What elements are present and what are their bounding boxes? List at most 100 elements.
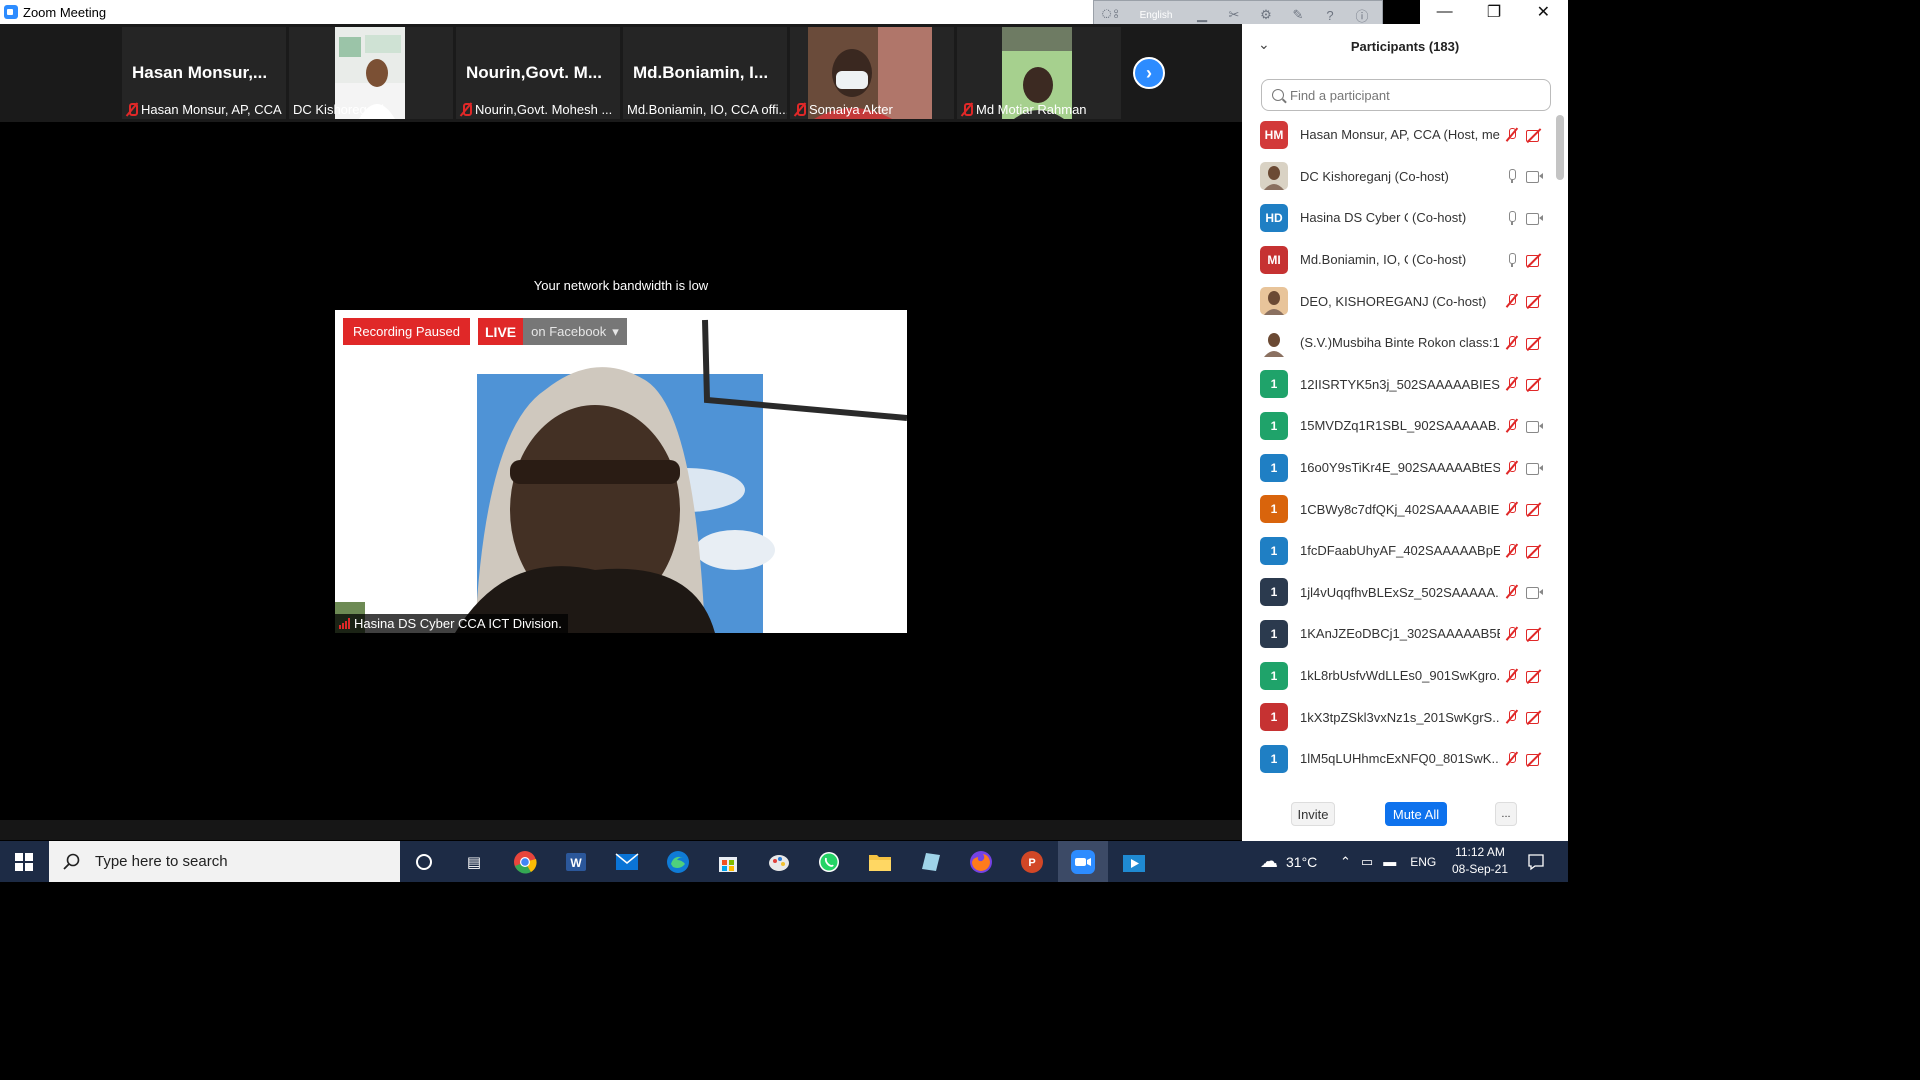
show-hidden-icons-chevron-icon[interactable]: ⌃ bbox=[1340, 854, 1351, 870]
mic-muted-icon[interactable] bbox=[1505, 543, 1519, 559]
mic-muted-icon[interactable] bbox=[1505, 626, 1519, 642]
participant-row[interactable]: 1 16o0Y9sTiKr4E_902SAAAAABtES... bbox=[1242, 447, 1554, 489]
participant-row[interactable]: MI Md.Boniamin, IO, CCA ...(Co-host) bbox=[1242, 239, 1554, 281]
task-view-icon[interactable]: ▤ bbox=[459, 847, 489, 877]
active-speaker-video[interactable]: Recording Paused LIVE on Facebook ▾ Hasin… bbox=[335, 310, 907, 633]
mute-all-button[interactable]: Mute All bbox=[1385, 802, 1447, 826]
zoom-icon[interactable] bbox=[1068, 847, 1098, 877]
participant-row[interactable]: 1 1jl4vUqqfhvBLExSz_502SAAAAA... bbox=[1242, 572, 1554, 614]
maximize-button[interactable]: ❐ bbox=[1469, 0, 1518, 24]
mic-muted-icon[interactable] bbox=[1505, 293, 1519, 309]
network-icon[interactable]: ▭ bbox=[1361, 854, 1373, 870]
invite-button[interactable]: Invite bbox=[1291, 802, 1335, 826]
language-label[interactable]: English bbox=[1126, 10, 1186, 21]
live-label: LIVE bbox=[478, 318, 524, 345]
media-player-icon[interactable] bbox=[1119, 847, 1149, 877]
video-icon[interactable] bbox=[1526, 212, 1544, 225]
video-off-icon[interactable] bbox=[1526, 254, 1544, 267]
participant-row[interactable]: 1 12IISRTYK5n3j_502SAAAAABIES... bbox=[1242, 364, 1554, 406]
video-off-icon[interactable] bbox=[1526, 378, 1544, 392]
mic-muted-icon[interactable] bbox=[1505, 335, 1519, 351]
video-off-icon[interactable] bbox=[1526, 503, 1544, 517]
start-button[interactable] bbox=[0, 841, 48, 882]
paint-icon[interactable] bbox=[764, 847, 794, 877]
video-off-icon[interactable] bbox=[1526, 129, 1544, 142]
mic-muted-icon[interactable] bbox=[1505, 501, 1519, 517]
participant-thumbnail[interactable]: Nourin,Govt. M... Nourin,Govt. Mohesh ..… bbox=[456, 27, 620, 119]
notepad-icon[interactable] bbox=[916, 847, 946, 877]
taskbar-search[interactable]: Type here to search bbox=[49, 841, 400, 882]
powerpoint-icon[interactable]: P bbox=[1017, 847, 1047, 877]
participant-role: (Co-host) bbox=[1412, 210, 1467, 226]
participant-row[interactable]: 1 1CBWy8c7dfQKj_402SAAAAABIE... bbox=[1242, 488, 1554, 530]
panel-header: ⌄ Participants (183) bbox=[1242, 24, 1568, 70]
participant-thumbnail[interactable]: Hasan Monsur,... Hasan Monsur, AP, CCA bbox=[122, 27, 286, 119]
close-button[interactable]: ✕ bbox=[1519, 0, 1568, 24]
video-off-icon[interactable] bbox=[1526, 545, 1544, 558]
participant-row[interactable]: 1 1KAnJZEoDBCj1_302SAAAAAB5E... bbox=[1242, 613, 1554, 655]
mic-muted-icon[interactable] bbox=[1505, 418, 1519, 434]
video-off-icon[interactable] bbox=[1526, 295, 1544, 309]
mic-muted-icon[interactable] bbox=[1505, 376, 1519, 392]
temperature[interactable]: 31°C bbox=[1286, 854, 1317, 870]
whatsapp-icon[interactable] bbox=[814, 847, 844, 877]
mic-muted-icon[interactable] bbox=[1505, 584, 1519, 600]
mic-muted-icon[interactable] bbox=[1505, 668, 1519, 684]
participant-thumbnail[interactable]: Somaiya Akter bbox=[790, 27, 954, 119]
mic-muted-icon[interactable] bbox=[1505, 460, 1519, 476]
participant-row[interactable]: DEO, KISHOREGANJ (Co-host) bbox=[1242, 280, 1554, 322]
participant-list-scrollbar[interactable] bbox=[1556, 115, 1564, 180]
participant-thumbnail[interactable]: Md Motiar Rahman bbox=[957, 27, 1121, 119]
mic-muted-icon[interactable] bbox=[1505, 127, 1519, 143]
video-icon[interactable] bbox=[1526, 586, 1544, 600]
input-language[interactable]: ENG bbox=[1410, 855, 1436, 869]
participant-row[interactable]: HM Hasan Monsur, AP, CCA (Host, me) bbox=[1242, 114, 1554, 156]
chrome-icon[interactable] bbox=[510, 847, 540, 877]
store-icon[interactable] bbox=[713, 847, 743, 877]
file-explorer-icon[interactable] bbox=[865, 847, 895, 877]
mail-icon[interactable] bbox=[612, 847, 642, 877]
participant-row[interactable]: 1 1kX3tpZSkl3vxNz1s_201SwKgrS... bbox=[1242, 696, 1554, 738]
minimize-button[interactable]: — bbox=[1420, 0, 1469, 24]
mic-muted-icon[interactable] bbox=[1505, 751, 1519, 767]
live-stream-badge[interactable]: LIVE on Facebook ▾ bbox=[478, 318, 627, 345]
participant-row[interactable]: 1 1fcDFaabUhyAF_402SAAAAABpE... bbox=[1242, 530, 1554, 572]
video-off-icon[interactable] bbox=[1526, 711, 1544, 725]
thumbnail-label: Md.Boniamin, IO, CCA offi... bbox=[627, 102, 787, 117]
participant-row[interactable]: DC Kishoreganj (Co-host) bbox=[1242, 156, 1554, 198]
cortana-icon[interactable] bbox=[409, 847, 439, 877]
thumbnail-label: Hasan Monsur, AP, CCA bbox=[126, 102, 282, 117]
video-off-icon[interactable] bbox=[1526, 753, 1544, 766]
participant-row[interactable]: (S.V.)Musbiha Binte Rokon class:1... bbox=[1242, 322, 1554, 364]
mic-icon[interactable] bbox=[1505, 168, 1519, 184]
notifications-icon[interactable] bbox=[1521, 847, 1551, 877]
mic-icon[interactable] bbox=[1505, 210, 1519, 226]
video-off-icon[interactable] bbox=[1526, 670, 1544, 683]
video-icon[interactable] bbox=[1526, 420, 1544, 433]
next-page-button[interactable]: › bbox=[1133, 57, 1165, 89]
recording-paused-badge[interactable]: Recording Paused bbox=[343, 318, 470, 345]
participant-row[interactable]: 1 1kL8rbUsfvWdLLEs0_901SwKgro... bbox=[1242, 655, 1554, 697]
video-icon[interactable] bbox=[1526, 462, 1544, 475]
word-icon[interactable]: W bbox=[561, 847, 591, 877]
live-destination-dropdown[interactable]: on Facebook ▾ bbox=[523, 318, 627, 345]
participant-search-input[interactable] bbox=[1290, 87, 1530, 103]
edge-icon[interactable] bbox=[663, 847, 693, 877]
mic-muted-icon[interactable] bbox=[1505, 709, 1519, 725]
participant-row[interactable]: HD Hasina DS Cyber CCA I...(Co-host) bbox=[1242, 197, 1554, 239]
battery-icon[interactable]: ▬ bbox=[1383, 854, 1396, 869]
zoom-app-icon bbox=[4, 5, 18, 19]
participant-row[interactable]: 1 15MVDZq1R1SBL_902SAAAAAB... bbox=[1242, 405, 1554, 447]
video-off-icon[interactable] bbox=[1526, 628, 1544, 641]
more-options-button[interactable]: ... bbox=[1495, 802, 1517, 826]
video-icon[interactable] bbox=[1526, 170, 1544, 184]
mic-icon[interactable] bbox=[1505, 252, 1519, 268]
video-off-icon[interactable] bbox=[1526, 337, 1544, 350]
weather-cloud-icon[interactable]: ☁ bbox=[1260, 851, 1278, 872]
participant-thumbnail[interactable]: Md.Boniamin, I... Md.Boniamin, IO, CCA o… bbox=[623, 27, 787, 119]
participant-thumbnail[interactable]: DC Kishoreganj bbox=[289, 27, 453, 119]
participant-search[interactable] bbox=[1261, 79, 1551, 111]
taskbar-clock[interactable]: 11:12 AM 08-Sep-21 bbox=[1440, 844, 1520, 878]
participant-row[interactable]: 1 1lM5qLUHhmcExNFQ0_801SwK... bbox=[1242, 738, 1554, 780]
firefox-icon[interactable] bbox=[966, 847, 996, 877]
